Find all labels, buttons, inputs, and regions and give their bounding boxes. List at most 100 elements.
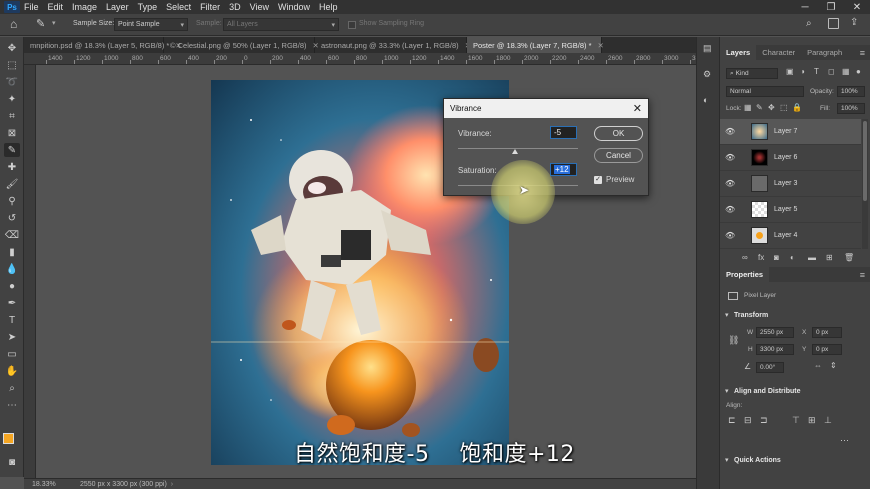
tab-layers[interactable]: Layers	[720, 45, 757, 60]
lock-all-icon[interactable]: 🔒	[792, 103, 802, 112]
group-folder-icon[interactable]: ▬	[808, 253, 816, 262]
lock-artboard-icon[interactable]: ⬚	[780, 103, 788, 112]
menu-type[interactable]: Type	[138, 2, 158, 12]
close-tab-icon[interactable]: ✕	[598, 41, 604, 50]
link-layers-icon[interactable]: ∞	[742, 253, 748, 262]
restore-icon[interactable]: ❐	[818, 0, 844, 14]
align-top-icon[interactable]: ⊤	[792, 415, 800, 426]
zoom-tool-icon[interactable]: ⌕	[4, 381, 20, 395]
layer-row[interactable]: 👁 Layer 3	[720, 171, 861, 197]
tab-character[interactable]: Character	[756, 45, 801, 60]
gradient-tool-icon[interactable]: ▮	[4, 245, 20, 259]
adjustments-panel-icon[interactable]: ⚙	[703, 69, 711, 80]
sample-size-select[interactable]: Point Sample	[114, 18, 188, 31]
search-icon[interactable]: ⌕	[806, 18, 812, 29]
cancel-button[interactable]: Cancel	[594, 148, 643, 163]
healing-tool-icon[interactable]: ✚	[4, 160, 20, 174]
menu-edit[interactable]: Edit	[48, 2, 64, 12]
eyedropper-tool-icon[interactable]: ✎	[4, 143, 20, 157]
status-arrow-icon[interactable]: ›	[171, 481, 173, 488]
preview-checkbox[interactable]: ✓	[594, 176, 602, 184]
visibility-eye-icon[interactable]: 👁	[725, 179, 739, 188]
flip-horizontal-icon[interactable]: ⇔	[814, 361, 822, 370]
lasso-tool-icon[interactable]: ➰	[4, 75, 20, 89]
width-input[interactable]: 2550 px	[756, 327, 794, 338]
show-ring-checkbox[interactable]	[348, 21, 356, 29]
layer-name[interactable]: Layer 3	[774, 180, 797, 187]
type-tool-icon[interactable]: T	[4, 313, 20, 327]
menu-3d[interactable]: 3D	[229, 2, 241, 12]
lock-transparent-icon[interactable]: ▦	[744, 103, 752, 112]
blur-tool-icon[interactable]: 💧	[4, 262, 20, 276]
layers-scrollbar-thumb[interactable]	[863, 121, 867, 201]
filter-toggle-icon[interactable]: ●	[856, 67, 861, 76]
adjustment-layer-icon[interactable]: ◐	[790, 253, 795, 262]
visibility-eye-icon[interactable]: 👁	[725, 205, 739, 214]
tab-paragraph[interactable]: Paragraph	[801, 45, 848, 60]
pen-tool-icon[interactable]: ✒	[4, 296, 20, 310]
menu-layer[interactable]: Layer	[106, 2, 129, 12]
layer-name[interactable]: Layer 4	[774, 232, 797, 239]
chevron-down-icon[interactable]: ▾	[725, 387, 729, 395]
saturation-input[interactable]: +12	[550, 163, 577, 176]
tab-properties[interactable]: Properties	[720, 267, 770, 282]
flip-vertical-icon[interactable]: ⇕	[830, 361, 837, 370]
ok-button[interactable]: OK	[594, 126, 643, 141]
vibrance-slider-track[interactable]	[458, 148, 578, 149]
transform-section-label[interactable]: Transform	[734, 312, 768, 319]
angle-input[interactable]: 0.00°	[756, 362, 784, 373]
crop-tool-icon[interactable]: ⌗	[4, 109, 20, 123]
filter-smart-icon[interactable]: ▦	[842, 67, 850, 76]
tab-astronaut[interactable]: astronaut.png @ 33.3% (Layer 1, RGB/8)✕	[315, 37, 471, 53]
quick-select-tool-icon[interactable]: ✦	[4, 92, 20, 106]
close-icon[interactable]: ✕	[633, 102, 642, 115]
align-bottom-icon[interactable]: ⊥	[824, 415, 832, 426]
x-input[interactable]: 0 px	[812, 327, 842, 338]
panel-menu-icon[interactable]: ≡	[860, 270, 865, 280]
quick-mask-icon[interactable]: ◙	[4, 455, 20, 469]
layer-name[interactable]: Layer 6	[774, 154, 797, 161]
visibility-eye-icon[interactable]: 👁	[725, 127, 739, 136]
menu-image[interactable]: Image	[72, 2, 97, 12]
history-brush-icon[interactable]: ↺	[4, 211, 20, 225]
layer-name[interactable]: Layer 5	[774, 206, 797, 213]
y-input[interactable]: 0 px	[812, 344, 842, 355]
lock-pixels-icon[interactable]: ✎	[756, 103, 763, 112]
chevron-down-icon[interactable]: ▾	[725, 311, 729, 319]
zoom-level[interactable]: 18.33%	[32, 481, 72, 488]
tool-preset-chevron-icon[interactable]: ▾	[52, 19, 56, 27]
filter-type-icon[interactable]: T	[814, 67, 819, 76]
foreground-color-swatch[interactable]	[3, 433, 14, 444]
lock-position-icon[interactable]: ✥	[768, 103, 775, 112]
frame-tool-icon[interactable]: ⊠	[4, 126, 20, 140]
quick-actions-label[interactable]: Quick Actions	[734, 457, 781, 464]
swatches-panel-icon[interactable]: ▤	[703, 43, 712, 54]
delete-layer-icon[interactable]: 🗑	[844, 253, 854, 262]
align-center-h-icon[interactable]: ⊟	[744, 415, 752, 426]
hand-tool-icon[interactable]: ✋	[4, 364, 20, 378]
opacity-input[interactable]: 100%	[837, 86, 865, 97]
stamp-tool-icon[interactable]: ⚲	[4, 194, 20, 208]
history-panel-icon[interactable]: ◐	[703, 95, 708, 105]
layer-style-icon[interactable]: fx	[758, 253, 764, 262]
align-middle-v-icon[interactable]: ⊞	[808, 415, 816, 426]
layer-name[interactable]: Layer 7	[774, 128, 797, 135]
visibility-eye-icon[interactable]: 👁	[725, 231, 739, 240]
vibrance-slider-thumb[interactable]	[512, 149, 518, 154]
sample-select[interactable]: All Layers	[223, 18, 339, 31]
align-left-icon[interactable]: ⊏	[728, 415, 736, 426]
close-window-icon[interactable]: ✕	[844, 0, 870, 14]
shape-tool-icon[interactable]: ▭	[4, 347, 20, 361]
layer-row[interactable]: 👁 Layer 7	[720, 119, 861, 145]
fill-input[interactable]: 100%	[837, 103, 865, 114]
chevron-down-icon[interactable]: ▾	[725, 456, 729, 464]
filter-shape-icon[interactable]: ◻	[828, 67, 835, 76]
brush-tool-icon[interactable]: 🖌	[4, 177, 20, 191]
more-options-icon[interactable]: ⋯	[840, 435, 849, 446]
height-input[interactable]: 3300 px	[756, 344, 794, 355]
menu-view[interactable]: View	[250, 2, 269, 12]
workspace-icon[interactable]	[828, 18, 839, 29]
tab-mnpition[interactable]: mnpition.psd @ 18.3% (Layer 5, RGB/8) * ✕	[24, 37, 182, 53]
more-tools-icon[interactable]: ⋯	[4, 398, 20, 412]
layer-row[interactable]: 👁 Layer 4	[720, 223, 861, 249]
